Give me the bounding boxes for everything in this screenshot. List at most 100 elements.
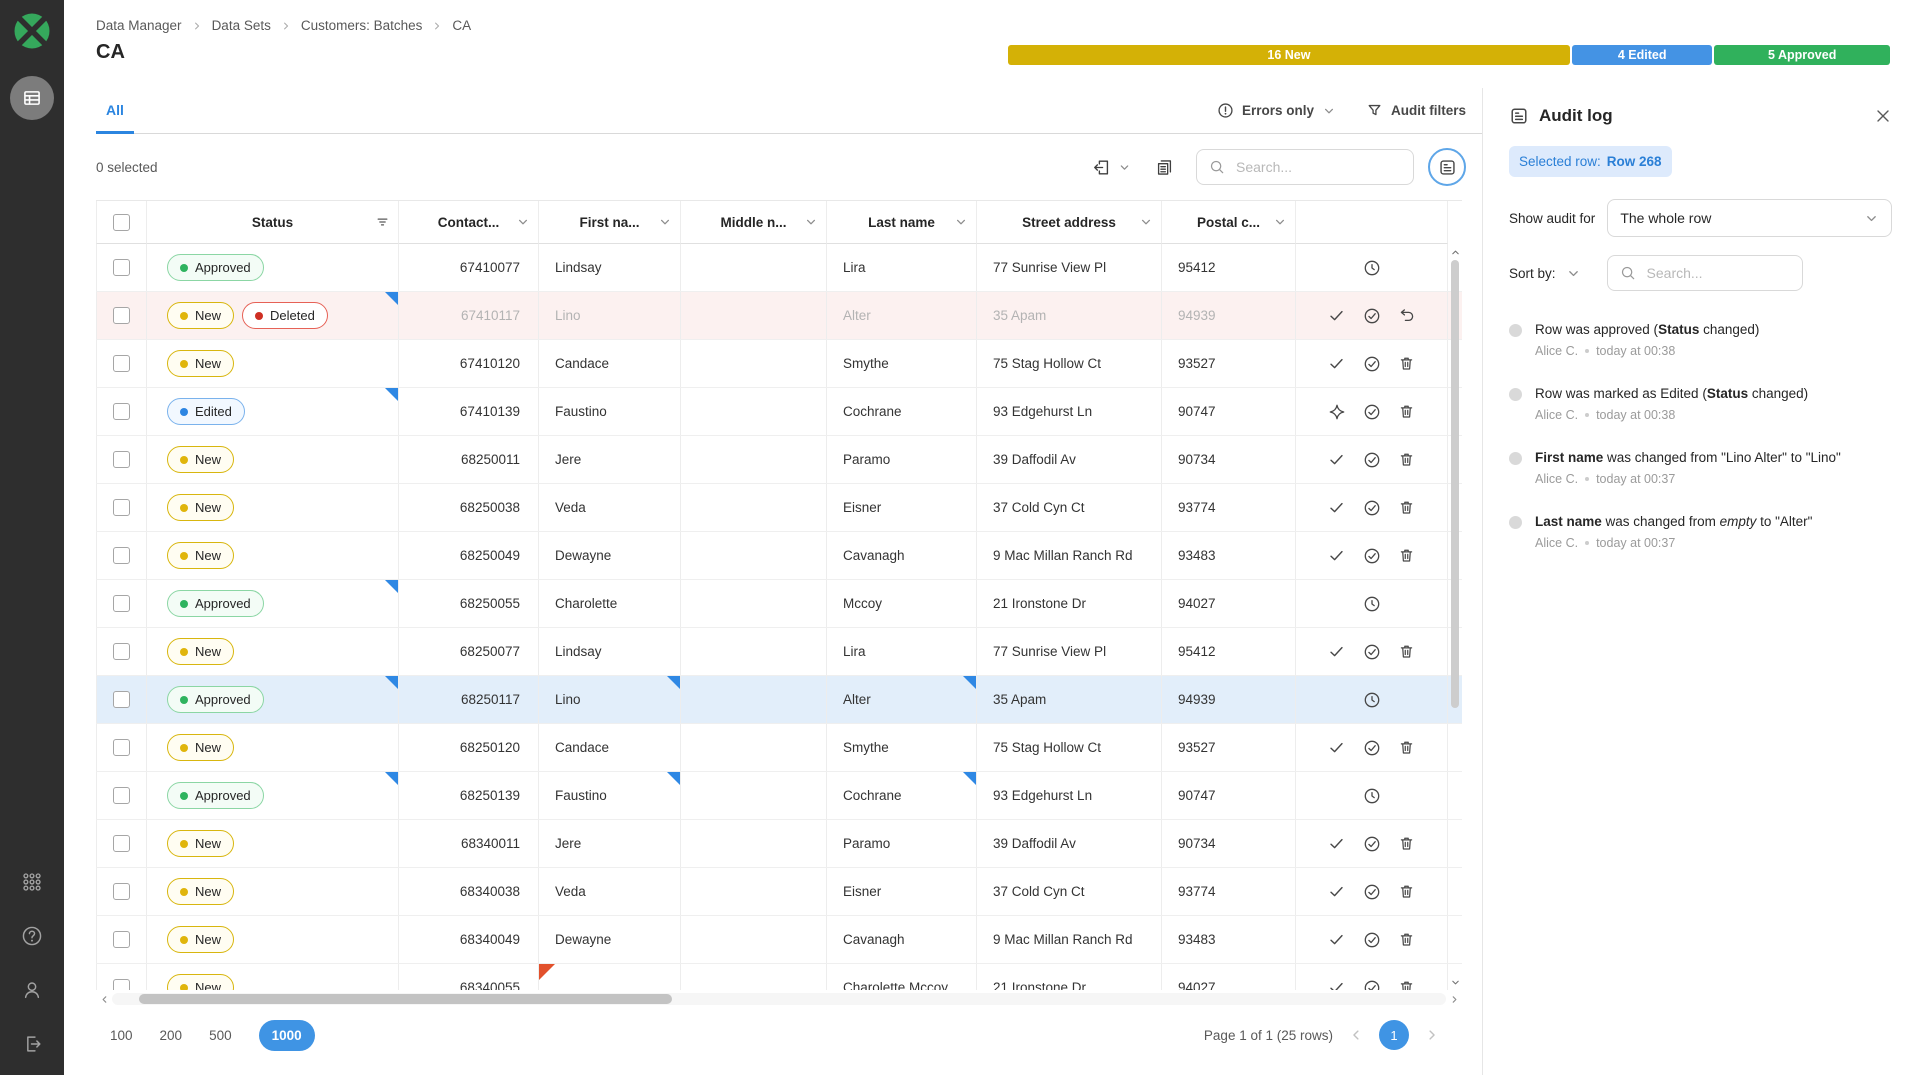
apps-menu-button[interactable]	[21, 871, 43, 893]
logout-button[interactable]	[21, 1033, 43, 1055]
hscroll-right-button[interactable]	[1446, 994, 1462, 1005]
column-header-last[interactable]: Last name	[827, 201, 977, 244]
column-header-first[interactable]: First na...	[539, 201, 681, 244]
table-row[interactable]: New 68340038 Veda Eisner 37 Cold Cyn Ct …	[96, 868, 1462, 916]
delete-row-button[interactable]	[1396, 401, 1418, 423]
column-header-middle[interactable]: Middle n...	[681, 201, 827, 244]
table-row[interactable]: New 68250038 Veda Eisner 37 Cold Cyn Ct …	[96, 484, 1462, 532]
sort-by-chevron-button[interactable]	[1566, 266, 1581, 281]
delete-row-button[interactable]	[1396, 977, 1418, 991]
check-action-button[interactable]	[1326, 497, 1348, 519]
delete-row-button[interactable]	[1396, 833, 1418, 855]
column-header-street[interactable]: Street address	[977, 201, 1162, 244]
vscroll-up-button[interactable]	[1450, 244, 1461, 260]
delete-row-button[interactable]	[1396, 545, 1418, 567]
row-checkbox[interactable]	[113, 307, 130, 324]
circle-check-action-button[interactable]	[1361, 929, 1383, 951]
undo-action-button[interactable]	[1396, 305, 1418, 327]
row-checkbox[interactable]	[113, 931, 130, 948]
history-action-button[interactable]	[1361, 257, 1383, 279]
check-action-button[interactable]	[1326, 449, 1348, 471]
table-row[interactable]: New 68340055 Charolette Mccoy 21 Ironsto…	[96, 964, 1462, 990]
next-page-button[interactable]	[1424, 1027, 1440, 1043]
circle-check-action-button[interactable]	[1361, 881, 1383, 903]
circle-check-action-button[interactable]	[1361, 353, 1383, 375]
table-row[interactable]: New Deleted 67410117 Lino Alter 35 Apam …	[96, 292, 1462, 340]
row-checkbox[interactable]	[113, 595, 130, 612]
table-row[interactable]: New 68250120 Candace Smythe 75 Stag Holl…	[96, 724, 1462, 772]
page-1-button[interactable]: 1	[1379, 1020, 1409, 1050]
select-all-checkbox[interactable]	[113, 214, 130, 231]
row-checkbox[interactable]	[113, 643, 130, 660]
check-action-button[interactable]	[1326, 353, 1348, 375]
row-checkbox[interactable]	[113, 739, 130, 756]
history-action-button[interactable]	[1361, 785, 1383, 807]
page-size-1000[interactable]: 1000	[259, 1020, 315, 1051]
column-header-contact[interactable]: Contact...	[399, 201, 539, 244]
delete-row-button[interactable]	[1396, 881, 1418, 903]
check-action-button[interactable]	[1326, 737, 1348, 759]
circle-check-action-button[interactable]	[1361, 545, 1383, 567]
delete-row-button[interactable]	[1396, 353, 1418, 375]
page-size-500[interactable]: 500	[209, 1028, 232, 1043]
show-audit-for-select[interactable]: The whole row	[1607, 199, 1892, 237]
row-checkbox[interactable]	[113, 259, 130, 276]
row-checkbox[interactable]	[113, 883, 130, 900]
prev-page-button[interactable]	[1348, 1027, 1364, 1043]
circle-check-action-button[interactable]	[1361, 401, 1383, 423]
breadcrumb-item[interactable]: Data Sets	[212, 18, 271, 33]
check-action-button[interactable]	[1326, 929, 1348, 951]
column-header-status[interactable]: Status	[147, 201, 399, 244]
errors-only-filter[interactable]: Errors only	[1217, 102, 1336, 119]
hscroll-left-button[interactable]	[96, 994, 112, 1005]
row-checkbox[interactable]	[113, 403, 130, 420]
table-search-input[interactable]	[1234, 158, 1401, 176]
delete-row-button[interactable]	[1396, 497, 1418, 519]
check-action-button[interactable]	[1326, 305, 1348, 327]
sparkle-action-button[interactable]	[1326, 401, 1348, 423]
row-checkbox[interactable]	[113, 451, 130, 468]
circle-check-action-button[interactable]	[1361, 977, 1383, 991]
page-size-100[interactable]: 100	[110, 1028, 133, 1043]
row-checkbox[interactable]	[113, 499, 130, 516]
audit-filters-button[interactable]: Audit filters	[1366, 102, 1466, 119]
nav-item-data-tables[interactable]	[10, 76, 54, 120]
table-row[interactable]: New 68340049 Dewayne Cavanagh 9 Mac Mill…	[96, 916, 1462, 964]
table-row[interactable]: New 68340011 Jere Paramo 39 Daffodil Av …	[96, 820, 1462, 868]
circle-check-action-button[interactable]	[1361, 449, 1383, 471]
export-button[interactable]	[1092, 158, 1131, 177]
row-checkbox[interactable]	[113, 835, 130, 852]
delete-row-button[interactable]	[1396, 641, 1418, 663]
history-action-button[interactable]	[1361, 593, 1383, 615]
row-checkbox[interactable]	[113, 979, 130, 990]
column-header-postal[interactable]: Postal c...	[1162, 201, 1296, 244]
circle-check-action-button[interactable]	[1361, 497, 1383, 519]
table-row[interactable]: Approved 68250055 Charolette Mccoy 21 Ir…	[96, 580, 1462, 628]
history-action-button[interactable]	[1361, 689, 1383, 711]
check-action-button[interactable]	[1326, 977, 1348, 991]
breadcrumb-item[interactable]: Customers: Batches	[301, 18, 423, 33]
audit-log-toggle-button[interactable]	[1428, 148, 1466, 186]
circle-check-action-button[interactable]	[1361, 737, 1383, 759]
audit-search-input[interactable]	[1645, 264, 1790, 282]
hscroll-track[interactable]	[112, 993, 1446, 1005]
table-row[interactable]: Approved 68250117 Lino Alter 35 Apam 949…	[96, 676, 1462, 724]
close-audit-log-button[interactable]	[1874, 107, 1892, 125]
table-row[interactable]: New 67410120 Candace Smythe 75 Stag Holl…	[96, 340, 1462, 388]
vscroll-down-button[interactable]	[1450, 974, 1461, 990]
delete-row-button[interactable]	[1396, 929, 1418, 951]
vscroll-thumb[interactable]	[1451, 260, 1459, 708]
delete-row-button[interactable]	[1396, 449, 1418, 471]
check-action-button[interactable]	[1326, 833, 1348, 855]
table-row[interactable]: Edited 67410139 Faustino Cochrane 93 Edg…	[96, 388, 1462, 436]
row-checkbox[interactable]	[113, 691, 130, 708]
file-stack-button[interactable]	[1155, 158, 1174, 177]
help-button[interactable]	[21, 925, 43, 947]
check-action-button[interactable]	[1326, 545, 1348, 567]
table-row[interactable]: Approved 68250139 Faustino Cochrane 93 E…	[96, 772, 1462, 820]
table-row[interactable]: New 68250049 Dewayne Cavanagh 9 Mac Mill…	[96, 532, 1462, 580]
circle-check-action-button[interactable]	[1361, 641, 1383, 663]
table-row[interactable]: Approved 67410077 Lindsay Lira 77 Sunris…	[96, 244, 1462, 292]
page-size-200[interactable]: 200	[160, 1028, 183, 1043]
circle-check-action-button[interactable]	[1361, 305, 1383, 327]
